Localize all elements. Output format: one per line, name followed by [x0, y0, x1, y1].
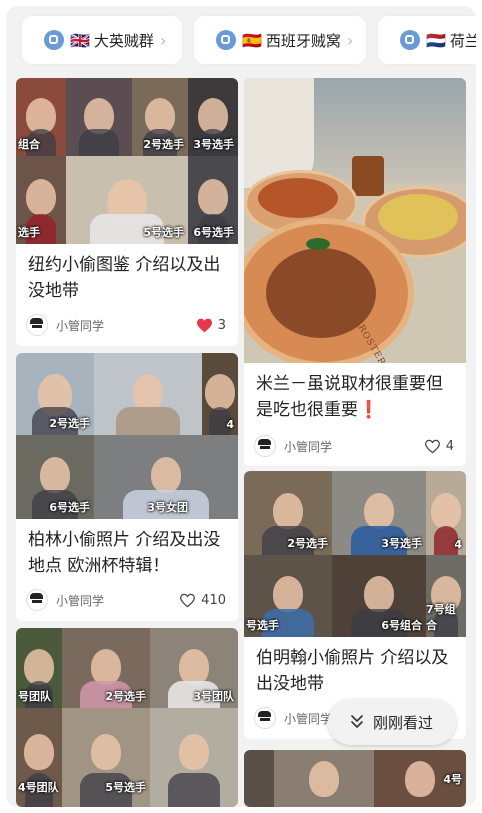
collage-photo: 4号 — [374, 750, 466, 807]
collage-photo: 6号选手 — [188, 156, 238, 244]
post-meta: 小管同学 4 — [254, 435, 454, 457]
like-count: 3 — [217, 317, 226, 333]
collage-photo: 5号选手 — [62, 708, 150, 807]
like-count: 410 — [201, 592, 226, 608]
post-card-newyork[interactable]: 组合 2号选手 3号选手 选手 5号选手 6号选手 纽约小偷图鉴 介绍以及出没地… — [16, 78, 238, 346]
collection-icon — [400, 30, 420, 50]
post-cover-collage: 2号选手 3号选手 4 号选手 6号组合 7号组合 — [244, 471, 466, 637]
collage-photo: 2号选手 — [244, 471, 332, 555]
heart-outline-icon — [180, 593, 196, 607]
collage-photo: 号选手 — [244, 555, 332, 637]
post-cover-collage: 4号 — [244, 750, 466, 807]
collage-photo — [244, 750, 274, 807]
collection-icon — [44, 30, 64, 50]
post-card-berlin[interactable]: 2号选手 4 6号选手 3号女团 柏林小偷照片 介绍及出没地点 欧洲杯特辑！ 小… — [16, 353, 238, 621]
tag-label: 大英贼群 — [93, 31, 154, 50]
tag-label: 西班牙贼窝 — [265, 31, 341, 50]
collage-photo: 2号选手 — [16, 353, 94, 435]
collage-photo: 3号选手 — [188, 78, 238, 156]
collage-photo: 4号团队 — [16, 708, 62, 807]
collage-photo: 6号组合 — [332, 555, 426, 637]
collage-photo — [150, 708, 238, 807]
collage-photo: 3号选手 — [332, 471, 426, 555]
recently-viewed-button[interactable]: 刚刚看过 — [328, 699, 456, 745]
collage-photo: 4 — [426, 471, 466, 555]
post-cover-collage: 2号选手 4 6号选手 3号女团 — [16, 353, 238, 519]
collage-photo: 5号选手 — [66, 156, 188, 244]
author-avatar[interactable] — [254, 435, 276, 457]
heart-outline-icon — [424, 439, 440, 453]
like-button[interactable]: 3 — [196, 318, 226, 333]
post-meta: 小管同学 410 — [26, 589, 226, 611]
post-title[interactable]: 米兰－虽说取材很重要但是吃也很重要❗️ — [256, 371, 456, 423]
feed-frame: 🇬🇧 大英贼群 › 🇪🇸 西班牙贼窝 › 🇳🇱 荷兰 组合 2号选手 3号选手 … — [6, 6, 476, 807]
post-card-partial[interactable]: 号团队 2号选手 3号团队 4号团队 5号选手 — [16, 628, 238, 807]
author-avatar[interactable] — [26, 589, 48, 611]
tag-uk-group[interactable]: 🇬🇧 大英贼群 › — [22, 16, 182, 64]
collage-photo: 2号选手 — [62, 628, 150, 708]
author-name[interactable]: 小管同学 — [284, 438, 424, 455]
collage-photo — [274, 750, 374, 807]
chevron-right-icon: › — [346, 30, 354, 50]
collage-photo: 2号选手 — [132, 78, 188, 156]
post-card-milan[interactable]: ALLA CROSTERIA DE 米兰－虽说取材很重要但是吃也很重要❗️ 小管… — [244, 78, 466, 466]
post-cover-collage: 号团队 2号选手 3号团队 4号团队 5号选手 — [16, 628, 238, 807]
post-card-partial[interactable]: 4号 — [244, 750, 466, 807]
like-button[interactable]: 4 — [424, 439, 454, 454]
post-title[interactable]: 伯明翰小偷照片 介绍以及出没地带 — [256, 645, 456, 697]
collage-photo: 3号团队 — [150, 628, 238, 708]
post-meta: 小管同学 3 — [26, 314, 226, 336]
collage-photo: 号团队 — [16, 628, 62, 708]
post-cover-collage: 组合 2号选手 3号选手 选手 5号选手 6号选手 — [16, 78, 238, 244]
like-button[interactable]: 410 — [179, 593, 226, 608]
collage-photo: 3号女团 — [94, 435, 238, 519]
spain-flag-icon: 🇪🇸 — [242, 30, 262, 50]
collage-photo: 6号选手 — [16, 435, 94, 519]
like-count: 4 — [445, 438, 454, 454]
heart-filled-icon — [196, 318, 212, 332]
post-cover-photo: ALLA CROSTERIA DE — [244, 78, 466, 363]
collage-photo — [94, 353, 202, 435]
author-avatar[interactable] — [254, 707, 276, 729]
author-name[interactable]: 小管同学 — [56, 317, 196, 334]
collage-photo: 7号组合 — [426, 555, 466, 637]
tag-label: 荷兰 — [449, 31, 476, 50]
uk-flag-icon: 🇬🇧 — [70, 30, 90, 50]
netherlands-flag-icon: 🇳🇱 — [426, 30, 446, 50]
collage-photo: 选手 — [16, 156, 66, 244]
category-tag-bar: 🇬🇧 大英贼群 › 🇪🇸 西班牙贼窝 › 🇳🇱 荷兰 — [6, 6, 476, 72]
collection-icon — [216, 30, 236, 50]
collage-photo: 组合 — [16, 78, 66, 156]
post-title[interactable]: 柏林小偷照片 介绍及出没地点 欧洲杯特辑！ — [28, 527, 228, 579]
post-title[interactable]: 纽约小偷图鉴 介绍以及出没地带 — [28, 252, 228, 304]
tag-spain-den[interactable]: 🇪🇸 西班牙贼窝 › — [194, 16, 366, 64]
chevron-right-icon: › — [159, 30, 167, 50]
author-avatar[interactable] — [26, 314, 48, 336]
collage-photo: 4 — [202, 353, 238, 435]
author-name[interactable]: 小管同学 — [56, 592, 179, 609]
tag-netherlands[interactable]: 🇳🇱 荷兰 — [378, 16, 476, 64]
collage-photo — [66, 78, 132, 156]
recently-viewed-label: 刚刚看过 — [372, 713, 433, 732]
double-chevron-down-icon — [351, 715, 363, 728]
